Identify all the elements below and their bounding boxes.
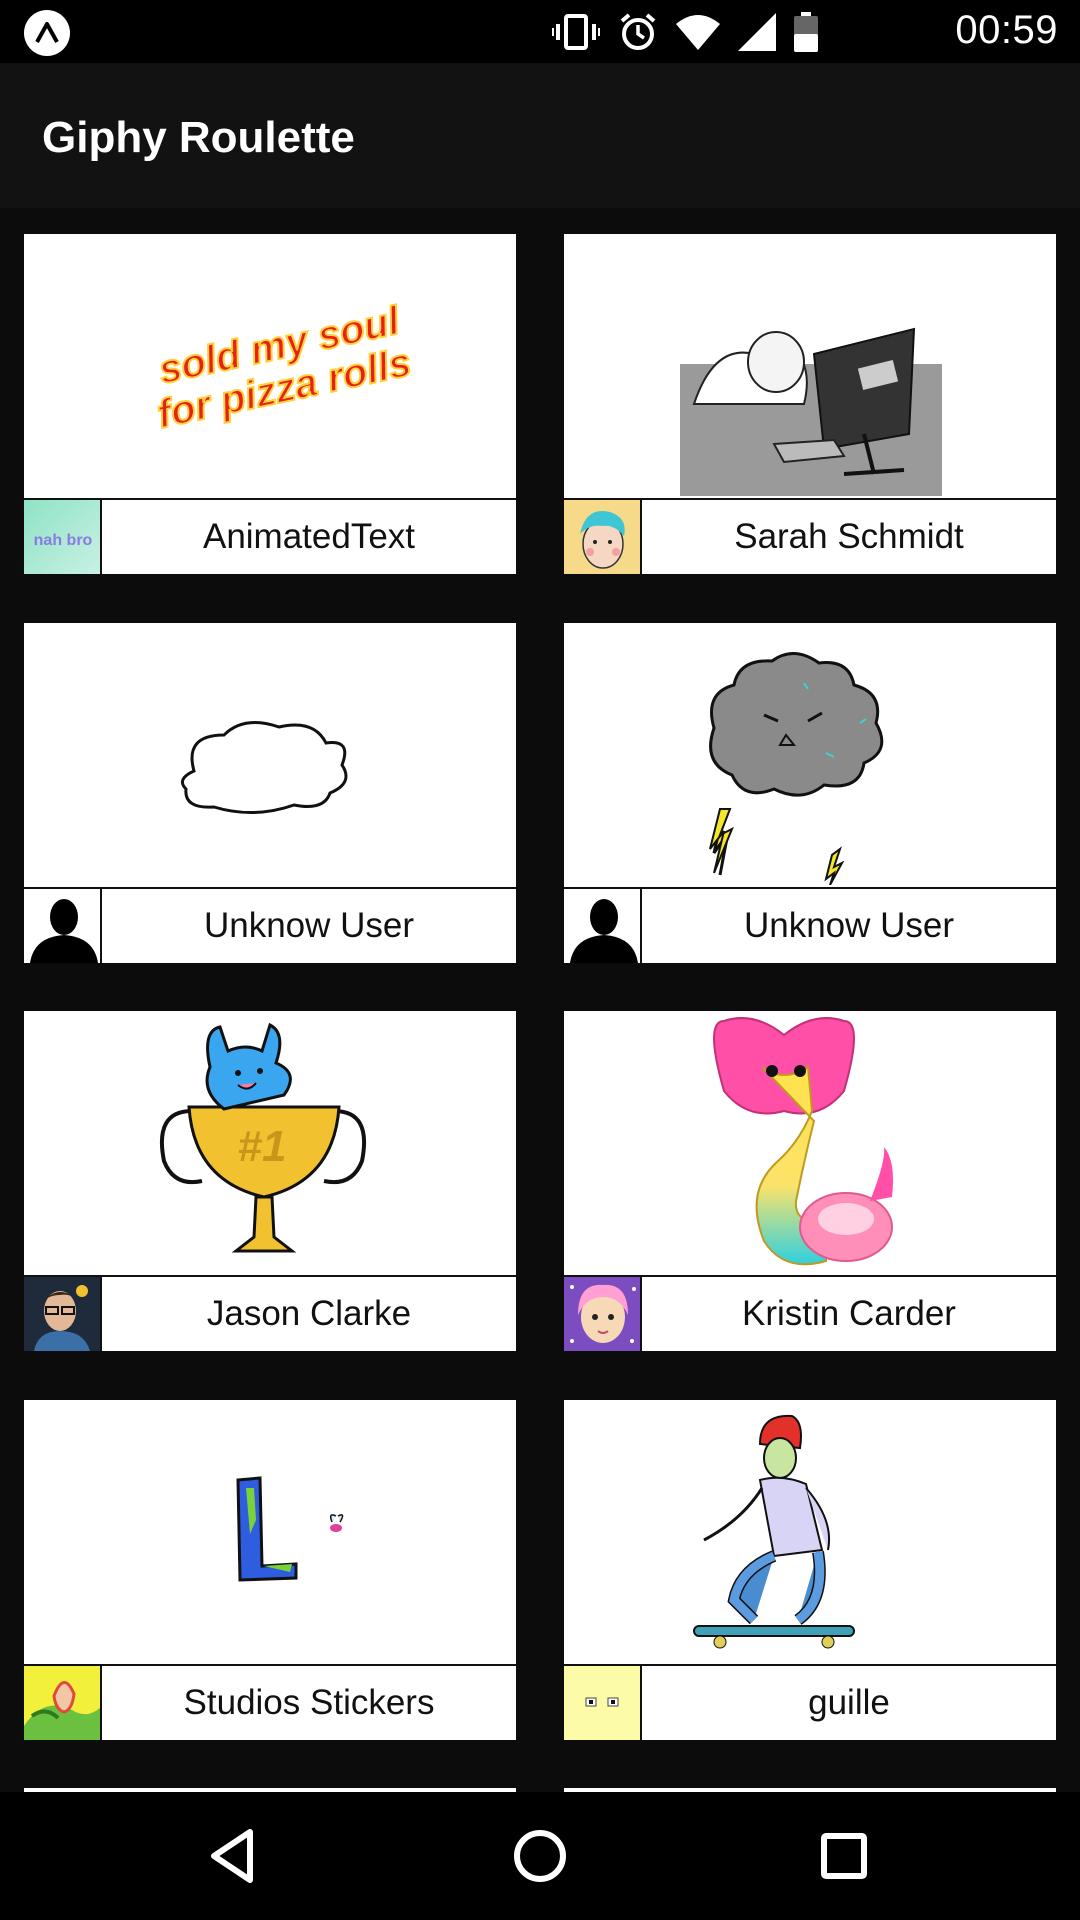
gif-image[interactable] [564, 623, 1056, 885]
home-icon[interactable] [502, 1818, 578, 1894]
user-name: Sarah Schmidt [734, 517, 964, 556]
card-footer: nah bro AnimatedText [24, 498, 516, 574]
card-footer: Jason Clarke [24, 1275, 516, 1351]
user-name: Kristin Carder [742, 1294, 956, 1333]
user-name: AnimatedText [202, 517, 416, 556]
default-user-avatar-icon[interactable] [564, 889, 642, 963]
avatar[interactable] [564, 500, 642, 574]
gif-card[interactable]: Unknow User [564, 623, 1056, 963]
user-name: Unknow User [743, 906, 955, 945]
gif-grid[interactable]: sold my soul for pizza rolls nah bro Ani… [0, 208, 1080, 1792]
default-user-avatar-icon[interactable] [24, 889, 102, 963]
card-footer: Kristin Carder [564, 1275, 1056, 1351]
user-name: guille [808, 1683, 890, 1722]
card-footer: guille [564, 1664, 1056, 1740]
gif-card[interactable]: Unknow User [24, 623, 516, 963]
signal-icon [738, 13, 776, 51]
gif-image[interactable]: sold my soul for pizza rolls [24, 234, 516, 496]
gif-card[interactable]: Kristin Carder [564, 1011, 1056, 1351]
avatar-text: nah bro [34, 532, 93, 549]
gif-card[interactable]: sold my soul for pizza rolls nah bro Ani… [24, 234, 516, 574]
wifi-icon [676, 15, 720, 50]
user-name: Studios Stickers [183, 1683, 435, 1722]
user-name: Jason Clarke [206, 1294, 412, 1333]
avatar[interactable] [564, 1666, 642, 1740]
recents-icon[interactable] [806, 1818, 882, 1894]
gif-image[interactable] [24, 623, 516, 885]
avatar[interactable]: nah bro [24, 500, 102, 574]
gif-card[interactable]: Sarah Schmidt [564, 234, 1056, 574]
app-bar: Giphy Roulette [0, 63, 1080, 208]
gif-image[interactable] [564, 234, 1056, 496]
status-bar: 00:59 [0, 0, 1080, 63]
gif-image[interactable] [564, 1011, 1056, 1273]
status-time: 00:59 [955, 8, 1058, 52]
card-footer: Unknow User [24, 887, 516, 963]
avatar[interactable] [24, 1277, 102, 1351]
avatar[interactable] [564, 1277, 642, 1351]
back-icon[interactable] [198, 1818, 274, 1894]
gif-image[interactable] [24, 1400, 516, 1662]
gif-card[interactable]: #1 Jason Clarke [24, 1011, 516, 1351]
gif-image[interactable]: #1 [24, 1011, 516, 1273]
app-notification-icon [24, 10, 70, 56]
card-footer: Unknow User [564, 887, 1056, 963]
navigation-bar [0, 1792, 1080, 1920]
gif-image[interactable] [564, 1400, 1056, 1662]
avatar[interactable] [24, 1666, 102, 1740]
trophy-label: #1 [238, 1122, 287, 1171]
vibrate-icon [552, 14, 600, 50]
alarm-icon [620, 13, 656, 50]
card-footer: Studios Stickers [24, 1664, 516, 1740]
app-title: Giphy Roulette [42, 113, 355, 162]
user-name: Unknow User [203, 906, 415, 945]
battery-icon [794, 12, 818, 52]
card-footer: Sarah Schmidt [564, 498, 1056, 574]
gif-card[interactable]: guille [564, 1400, 1056, 1740]
gif-card[interactable]: Studios Stickers [24, 1400, 516, 1740]
